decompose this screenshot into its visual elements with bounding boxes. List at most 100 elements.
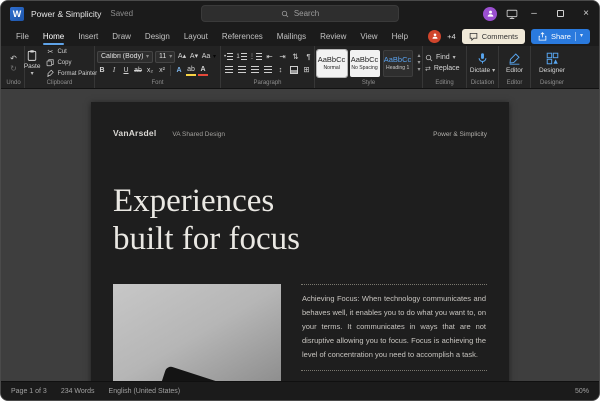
style-gallery: AaBbCc Normal AaBbCc No Spacing AaBbCc H… xyxy=(315,48,421,78)
superscript-button[interactable]: x² xyxy=(157,65,167,76)
redo-icon[interactable]: ↻ xyxy=(10,64,17,73)
underline-button[interactable]: U xyxy=(121,65,131,76)
ribbon-group-editing: Find ▾ ⇄ Replace Editing xyxy=(423,46,467,88)
cut-label: Cut xyxy=(57,49,67,55)
designer-button[interactable]: Designer xyxy=(533,52,571,74)
tab-draw[interactable]: Draw xyxy=(105,26,138,46)
editing-group-body: Find ▾ ⇄ Replace xyxy=(425,48,464,78)
replace-label: Replace xyxy=(433,65,460,72)
language-indicator[interactable]: English (United States) xyxy=(109,388,181,395)
shading-button[interactable] xyxy=(288,64,299,75)
style-card-normal[interactable]: AaBbCc Normal xyxy=(315,48,348,78)
font-family-combo[interactable]: Calibri (Body) ▾ xyxy=(97,50,153,63)
shrink-font-button[interactable]: A▾ xyxy=(189,51,199,62)
style-gallery-more-icon[interactable]: ▾ xyxy=(418,67,421,74)
style-scroll-down-icon[interactable]: ▾ xyxy=(418,60,421,67)
italic-button[interactable]: I xyxy=(109,65,119,76)
word-count[interactable]: 234 Words xyxy=(61,388,95,395)
bold-button[interactable]: B xyxy=(97,65,107,76)
tab-design[interactable]: Design xyxy=(138,26,177,46)
undo-icon[interactable]: ↶ xyxy=(10,54,17,63)
ribbon-group-clipboard: Paste ▾ ✂ Cut Copy Format Painter Clipbo… xyxy=(22,46,97,88)
subscript-button[interactable]: x₂ xyxy=(145,65,155,76)
find-label: Find xyxy=(436,54,450,61)
change-case-dropdown-icon[interactable]: ▾ xyxy=(213,54,216,60)
style-card-no-spacing[interactable]: AaBbCc No Spacing xyxy=(349,49,380,77)
ribbon-group-dictation: Dictate ▾ Dictation xyxy=(467,46,499,88)
text-effects-button[interactable]: A xyxy=(174,65,184,76)
text-highlight-button[interactable]: ab xyxy=(186,65,196,76)
strikethrough-button[interactable]: ab xyxy=(133,65,143,76)
style-scroll-up-icon[interactable]: ▴ xyxy=(418,53,421,60)
dictate-dropdown-icon: ▾ xyxy=(492,67,496,74)
style-card-heading1[interactable]: AaBbCc Heading 1 xyxy=(382,49,413,77)
align-center-icon xyxy=(237,66,246,73)
show-formatting-button[interactable]: ¶ xyxy=(303,51,314,62)
numbered-list-button[interactable]: 1 xyxy=(236,51,247,62)
format-painter-label: Format Painter xyxy=(57,70,98,77)
collaborator-avatar[interactable] xyxy=(428,29,442,43)
paste-button[interactable]: Paste ▾ xyxy=(22,49,43,77)
find-button[interactable]: Find ▾ xyxy=(425,54,456,62)
tab-references[interactable]: References xyxy=(215,26,270,46)
zoom-level[interactable]: 50% xyxy=(575,388,589,395)
paste-icon xyxy=(26,49,38,62)
maximize-button[interactable] xyxy=(547,1,573,26)
dictate-label: Dictate xyxy=(469,67,491,74)
tab-file[interactable]: File xyxy=(9,26,36,46)
font-color-button[interactable]: A xyxy=(198,65,208,76)
search-bar[interactable]: Search xyxy=(201,5,399,22)
tab-mailings[interactable]: Mailings xyxy=(270,26,313,46)
bullet-lines-icon xyxy=(227,53,234,60)
document-title: Power & Simplicity xyxy=(31,8,102,19)
share-dropdown-icon[interactable]: ▾ xyxy=(580,33,583,39)
paste-label: Paste xyxy=(23,63,41,70)
dictation-group-body: Dictate ▾ xyxy=(469,48,496,78)
borders-button[interactable]: ⊞ xyxy=(301,64,312,75)
copy-button[interactable]: Copy xyxy=(46,58,97,67)
collaborators-count-badge[interactable]: +4 xyxy=(447,32,456,41)
collaboration-area: +4 Comments Share ▾ xyxy=(428,26,599,46)
presenter-mode-icon[interactable] xyxy=(506,8,518,20)
justify-button[interactable] xyxy=(262,64,273,75)
line-spacing-button[interactable]: ↕ xyxy=(275,64,286,75)
grow-font-button[interactable]: A▴ xyxy=(177,51,187,62)
change-case-button[interactable]: Aa xyxy=(201,51,211,62)
tab-layout[interactable]: Layout xyxy=(177,26,215,46)
paragraph-row-top: • 1 ⋮ ⇤ ⇥ ⇅ ¶ xyxy=(223,51,314,62)
save-status[interactable]: Saved xyxy=(110,9,133,18)
format-painter-button[interactable]: Format Painter xyxy=(46,69,97,78)
status-bar-right: 50% xyxy=(575,388,589,395)
dictate-button[interactable]: Dictate ▾ xyxy=(469,52,496,74)
font-size-combo[interactable]: 11 ▾ xyxy=(155,50,175,63)
brand-logo-text: VanArsdel xyxy=(113,128,157,138)
paste-dropdown-icon[interactable]: ▾ xyxy=(31,71,34,77)
bullet-list-button[interactable]: • xyxy=(223,51,234,62)
style-name: Normal xyxy=(323,64,340,71)
tab-insert[interactable]: Insert xyxy=(71,26,105,46)
align-right-button[interactable] xyxy=(249,64,260,75)
tab-view[interactable]: View xyxy=(353,26,384,46)
close-button[interactable]: × xyxy=(573,1,599,26)
document-photo[interactable] xyxy=(113,284,281,381)
tab-help[interactable]: Help xyxy=(385,26,415,46)
increase-indent-button[interactable]: ⇥ xyxy=(277,51,288,62)
style-group-label: Style xyxy=(361,80,376,86)
share-label: Share xyxy=(550,31,571,41)
align-left-button[interactable] xyxy=(223,64,234,75)
tab-review[interactable]: Review xyxy=(313,26,353,46)
document-page[interactable]: VanArsdel VA Shared Design Power & Simpl… xyxy=(91,102,509,381)
account-avatar[interactable] xyxy=(483,6,497,21)
share-button[interactable]: Share ▾ xyxy=(530,28,590,44)
decrease-indent-button[interactable]: ⇤ xyxy=(264,51,275,62)
editor-button[interactable]: Editor xyxy=(501,52,528,74)
replace-button[interactable]: ⇄ Replace xyxy=(425,65,460,73)
tab-home[interactable]: Home xyxy=(36,26,71,46)
align-center-button[interactable] xyxy=(236,64,247,75)
sort-button[interactable]: ⇅ xyxy=(290,51,301,62)
page-indicator[interactable]: Page 1 of 3 xyxy=(11,388,47,395)
cut-button[interactable]: ✂ Cut xyxy=(46,48,97,56)
minimize-button[interactable]: – xyxy=(521,1,547,26)
multilevel-list-button[interactable]: ⋮ xyxy=(249,51,262,62)
comments-button[interactable]: Comments xyxy=(461,28,525,44)
